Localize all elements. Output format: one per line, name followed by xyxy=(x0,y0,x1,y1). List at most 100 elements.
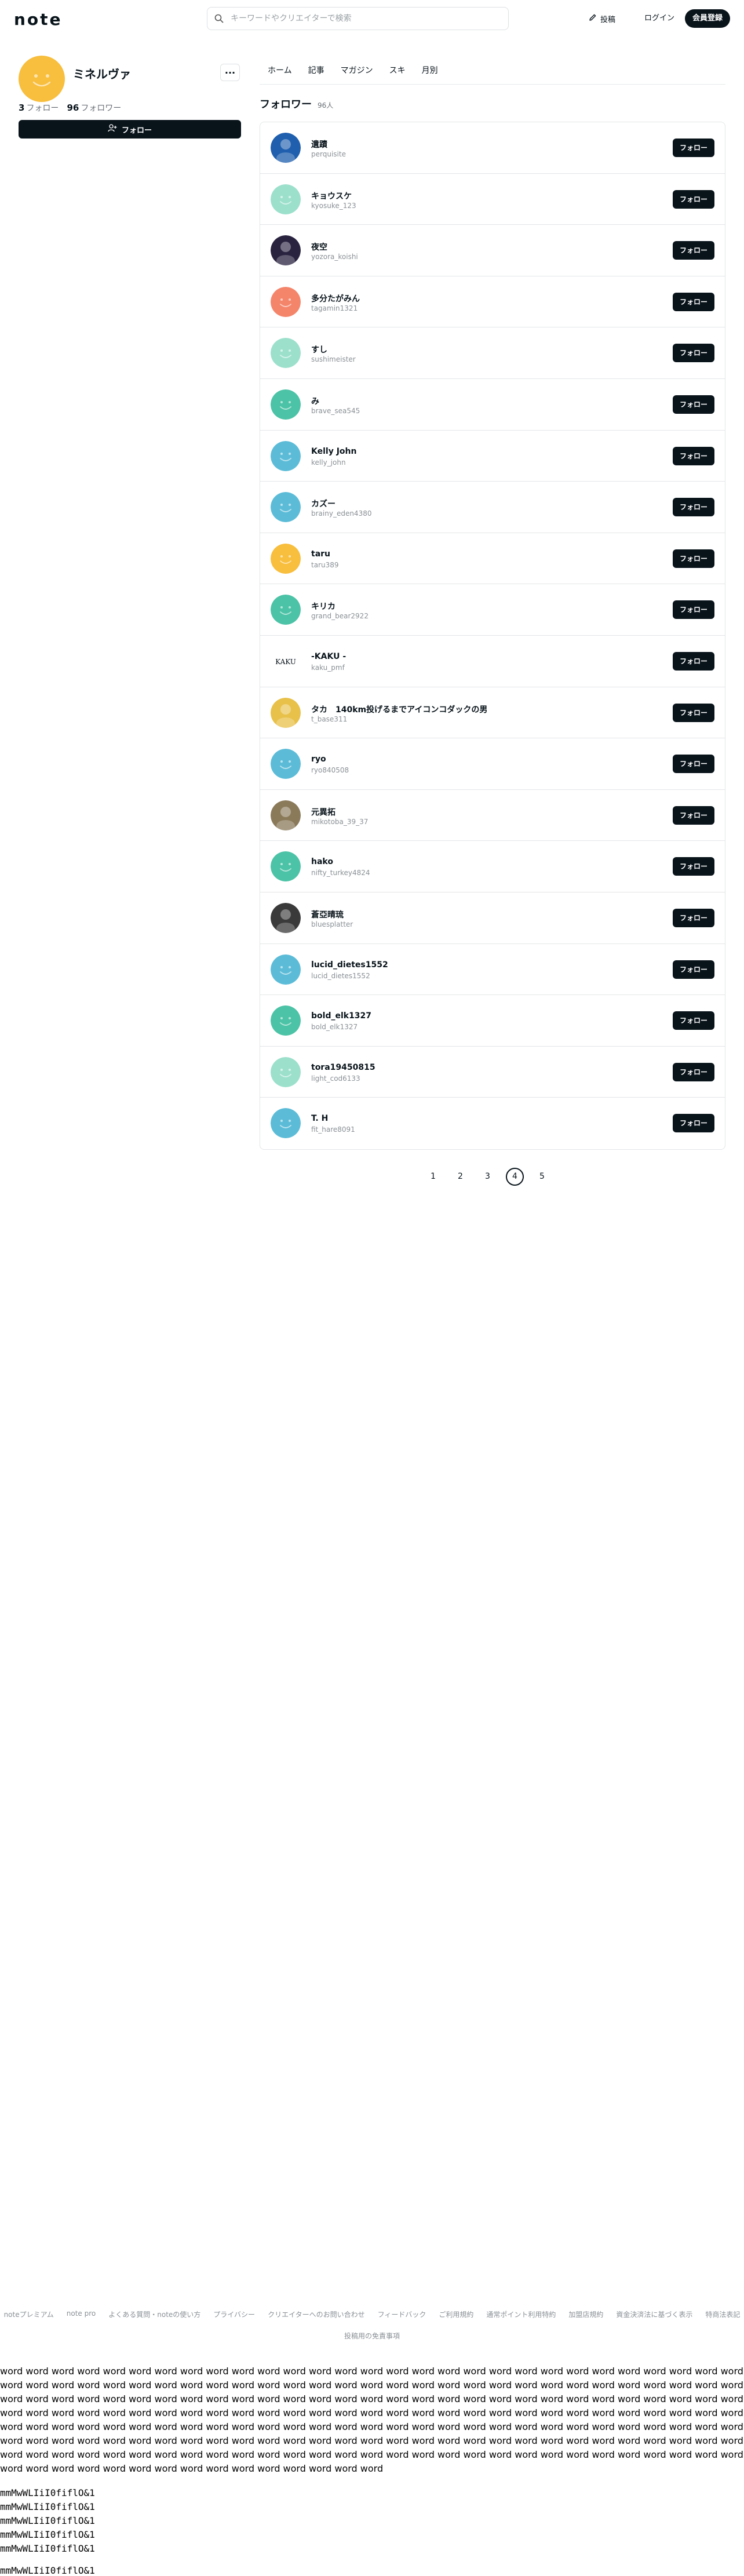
tab-monthly[interactable]: 月別 xyxy=(414,60,446,84)
signup-button[interactable]: 会員登録 xyxy=(685,9,730,28)
login-button[interactable]: ログイン xyxy=(637,9,681,28)
follower-name[interactable]: カズー xyxy=(311,498,335,509)
footer-link[interactable]: プライバシー xyxy=(213,2309,255,2319)
follower-avatar[interactable] xyxy=(271,595,301,625)
follower-row[interactable]: キョウスケ kyosuke_123 フォロー xyxy=(260,174,725,225)
follower-avatar[interactable] xyxy=(271,184,301,214)
follower-name[interactable]: bold_elk1327 xyxy=(311,1011,371,1021)
follow-button[interactable]: フォロー xyxy=(673,292,714,311)
follower-name[interactable]: タカ 140km投げるまでアイコンコダックの男 xyxy=(311,704,487,715)
footer-link[interactable]: フィードバック xyxy=(378,2309,426,2319)
follower-avatar[interactable] xyxy=(271,543,301,574)
follower-row[interactable]: hako nifty_turkey4824 フォロー xyxy=(260,841,725,892)
follow-button[interactable]: フォロー xyxy=(673,908,714,927)
follower-row[interactable]: Kelly John kelly_john フォロー xyxy=(260,431,725,482)
follow-button[interactable]: フォロー xyxy=(673,446,714,465)
follower-name[interactable]: キリカ xyxy=(311,600,335,612)
follower-row[interactable]: KAKU -KAKU - kaku_pmf フォロー xyxy=(260,636,725,687)
footer-link[interactable]: 資金決済法に基づく表示 xyxy=(616,2309,692,2319)
follower-avatar[interactable] xyxy=(271,851,301,882)
follower-avatar[interactable] xyxy=(271,800,301,830)
follower-row[interactable]: み brave_sea545 フォロー xyxy=(260,379,725,431)
footer-link[interactable]: クリエイターへのお問い合わせ xyxy=(268,2309,365,2319)
tab-magazines[interactable]: マガジン xyxy=(333,60,381,84)
footer-link[interactable]: 特商法表記 xyxy=(705,2309,740,2319)
page-link[interactable]: 1 xyxy=(424,1168,442,1186)
follower-row[interactable]: lucid_dietes1552 lucid_dietes1552 フォロー xyxy=(260,944,725,996)
follow-button[interactable]: フォロー xyxy=(673,498,714,517)
follower-name[interactable]: 夜空 xyxy=(311,241,327,253)
follow-button[interactable]: フォロー xyxy=(673,395,714,414)
follower-row[interactable]: すし sushimeister フォロー xyxy=(260,327,725,379)
footer-link[interactable]: 通常ポイント利用特約 xyxy=(486,2309,556,2319)
page-current[interactable]: 4 xyxy=(506,1168,524,1186)
follow-button[interactable]: フォロー xyxy=(673,139,714,157)
follower-name[interactable]: 元異拓 xyxy=(311,806,335,818)
follower-avatar[interactable] xyxy=(271,492,301,523)
page-link[interactable]: 3 xyxy=(479,1168,497,1186)
tab-likes[interactable]: スキ xyxy=(381,60,414,84)
following-count[interactable]: 3 フォロー xyxy=(19,102,59,114)
follower-name[interactable]: 蒼亞晴琉 xyxy=(311,909,344,920)
follower-avatar[interactable] xyxy=(271,389,301,420)
follower-row[interactable]: タカ 140km投げるまでアイコンコダックの男 t_base311 フォロー xyxy=(260,687,725,739)
search-input[interactable] xyxy=(231,14,497,23)
follower-name[interactable]: lucid_dietes1552 xyxy=(311,960,388,970)
follower-row[interactable]: キリカ grand_bear2922 フォロー xyxy=(260,584,725,636)
follower-count[interactable]: 96 フォロワー xyxy=(67,102,121,114)
follower-avatar[interactable] xyxy=(271,697,301,728)
follower-name[interactable]: ryo xyxy=(311,755,326,764)
follower-avatar[interactable] xyxy=(271,235,301,266)
follower-name[interactable]: tora19450815 xyxy=(311,1063,375,1072)
follower-name[interactable]: 遺蹟 xyxy=(311,139,327,150)
follower-avatar[interactable] xyxy=(271,286,301,317)
follow-button[interactable]: フォロー xyxy=(673,190,714,209)
follower-row[interactable]: カズー brainy_eden4380 フォロー xyxy=(260,482,725,533)
follower-row[interactable]: T. H fit_hare8091 フォロー xyxy=(260,1098,725,1149)
follow-button[interactable]: フォロー xyxy=(673,549,714,568)
tab-home[interactable]: ホーム xyxy=(260,60,300,84)
follower-row[interactable]: 夜空 yozora_koishi フォロー xyxy=(260,225,725,276)
follow-button[interactable]: フォロー xyxy=(673,806,714,825)
follower-avatar[interactable] xyxy=(271,1005,301,1036)
follower-row[interactable]: 遺蹟 perquisite フォロー xyxy=(260,122,725,174)
follower-name[interactable]: Kelly John xyxy=(311,447,356,456)
page-link[interactable]: 2 xyxy=(451,1168,469,1186)
footer-link[interactable]: よくある質問・noteの使い方 xyxy=(108,2309,200,2319)
follow-button[interactable]: フォロー xyxy=(673,651,714,671)
follower-row[interactable]: 元異拓 mikotoba_39_37 フォロー xyxy=(260,790,725,841)
follower-name[interactable]: 多分たがみん xyxy=(311,293,360,304)
follower-name[interactable]: taru xyxy=(311,549,330,559)
follower-row[interactable]: bold_elk1327 bold_elk1327 フォロー xyxy=(260,995,725,1047)
follower-row[interactable]: tora19450815 light_cod6133 フォロー xyxy=(260,1047,725,1098)
follower-name[interactable]: すし xyxy=(311,344,327,355)
follow-button[interactable]: フォロー xyxy=(673,600,714,620)
follow-button[interactable]: フォロー xyxy=(673,241,714,260)
follow-button[interactable]: フォロー xyxy=(673,1114,714,1133)
follow-button[interactable]: フォロー xyxy=(673,1062,714,1081)
follow-button[interactable]: フォロー xyxy=(673,755,714,774)
follower-row[interactable]: ryo ryo840508 フォロー xyxy=(260,738,725,790)
follower-avatar[interactable] xyxy=(271,902,301,933)
follower-name[interactable]: キョウスケ xyxy=(311,190,352,202)
follow-button[interactable]: フォロー xyxy=(673,857,714,876)
more-options-button[interactable]: ··· xyxy=(220,64,240,81)
follow-button[interactable]: フォロー xyxy=(673,344,714,363)
footer-disclaimer-link[interactable]: 投稿用の免責事項 xyxy=(0,2331,744,2341)
follower-avatar[interactable]: KAKU xyxy=(271,646,301,676)
follower-avatar[interactable] xyxy=(271,338,301,369)
follower-avatar[interactable] xyxy=(271,954,301,985)
follower-name[interactable]: T. H xyxy=(311,1114,328,1123)
footer-link[interactable]: note pro xyxy=(67,2309,96,2319)
page-link[interactable]: 5 xyxy=(533,1168,551,1186)
follower-avatar[interactable] xyxy=(271,1056,301,1087)
tab-articles[interactable]: 記事 xyxy=(300,60,333,84)
follower-avatar[interactable] xyxy=(271,133,301,163)
follower-name[interactable]: hako xyxy=(311,857,333,866)
footer-link[interactable]: 加盟店規約 xyxy=(568,2309,603,2319)
footer-link[interactable]: ご利用規約 xyxy=(439,2309,473,2319)
follow-button[interactable]: フォロー xyxy=(673,703,714,722)
follower-name[interactable]: -KAKU - xyxy=(311,652,346,661)
follower-row[interactable]: 多分たがみん tagamin1321 フォロー xyxy=(260,276,725,328)
follower-avatar[interactable] xyxy=(271,749,301,779)
